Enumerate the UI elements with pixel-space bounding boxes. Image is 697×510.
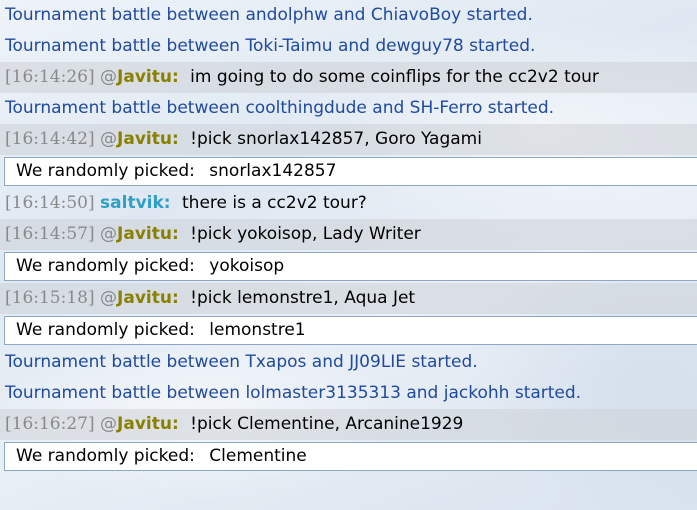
message-text: !pick yokoisop, Lady Writer: [190, 224, 421, 244]
chat-message: [16:16:27] @Javitu: !pick Clementine, Ar…: [0, 409, 697, 440]
pick-result-value: yokoisop: [209, 256, 285, 276]
pick-result-label: We randomly picked:: [16, 161, 195, 181]
timestamp: [16:14:50]: [5, 193, 95, 213]
pick-result-box: We randomly picked: Clementine: [4, 442, 697, 471]
user-rank: @: [100, 288, 118, 308]
chat-message: [16:15:18] @Javitu: !pick lemonstre1, Aq…: [0, 283, 697, 314]
username[interactable]: Javitu:: [117, 288, 179, 308]
tournament-notice: Tournament battle between Toki-Taimu and…: [5, 36, 536, 56]
timestamp: [16:14:42]: [5, 129, 95, 149]
message-text: !pick lemonstre1, Aqua Jet: [190, 288, 416, 308]
timestamp: [16:15:18]: [5, 288, 95, 308]
username[interactable]: Javitu:: [117, 224, 179, 244]
pick-result-box: We randomly picked: yokoisop: [4, 252, 697, 281]
message-text: im going to do some coinflips for the cc…: [190, 67, 599, 87]
user-rank: @: [100, 129, 118, 149]
chat-message: [16:14:42] @Javitu: !pick snorlax142857,…: [0, 124, 697, 155]
tournament-notice: Tournament battle between Txapos and JJ0…: [5, 352, 478, 372]
chat-log[interactable]: Tournament battle between andolphw and C…: [0, 0, 697, 473]
pick-result-value: snorlax142857: [209, 161, 337, 181]
tournament-notice: Tournament battle between coolthingdude …: [5, 98, 555, 118]
chat-message: [16:14:26] @Javitu: im going to do some …: [0, 62, 697, 93]
chat-message: [16:14:50] saltvik: there is a cc2v2 tou…: [0, 188, 697, 219]
pick-result-label: We randomly picked:: [16, 446, 195, 466]
pick-result-label: We randomly picked:: [16, 320, 195, 340]
timestamp: [16:16:27]: [5, 414, 95, 434]
tournament-notice: Tournament battle between lolmaster31353…: [5, 383, 582, 403]
chat-message: [16:14:57] @Javitu: !pick yokoisop, Lady…: [0, 219, 697, 250]
username[interactable]: Javitu:: [117, 67, 179, 87]
username[interactable]: Javitu:: [117, 414, 179, 434]
pick-result-box: We randomly picked: snorlax142857: [4, 157, 697, 186]
pick-result-label: We randomly picked:: [16, 256, 195, 276]
pick-result-value: Clementine: [209, 446, 307, 466]
pick-result-box: We randomly picked: lemonstre1: [4, 316, 697, 345]
user-rank: @: [100, 67, 118, 87]
message-text: !pick Clementine, Arcanine1929: [190, 414, 464, 434]
message-text: !pick snorlax142857, Goro Yagami: [190, 129, 482, 149]
message-text: there is a cc2v2 tour?: [182, 193, 367, 213]
timestamp: [16:14:26]: [5, 67, 95, 87]
tournament-notice: Tournament battle between andolphw and C…: [5, 5, 533, 25]
pick-result-value: lemonstre1: [209, 320, 306, 340]
user-rank: @: [100, 414, 118, 434]
username[interactable]: Javitu:: [117, 129, 179, 149]
username[interactable]: saltvik:: [100, 193, 171, 213]
user-rank: @: [100, 224, 118, 244]
timestamp: [16:14:57]: [5, 224, 95, 244]
